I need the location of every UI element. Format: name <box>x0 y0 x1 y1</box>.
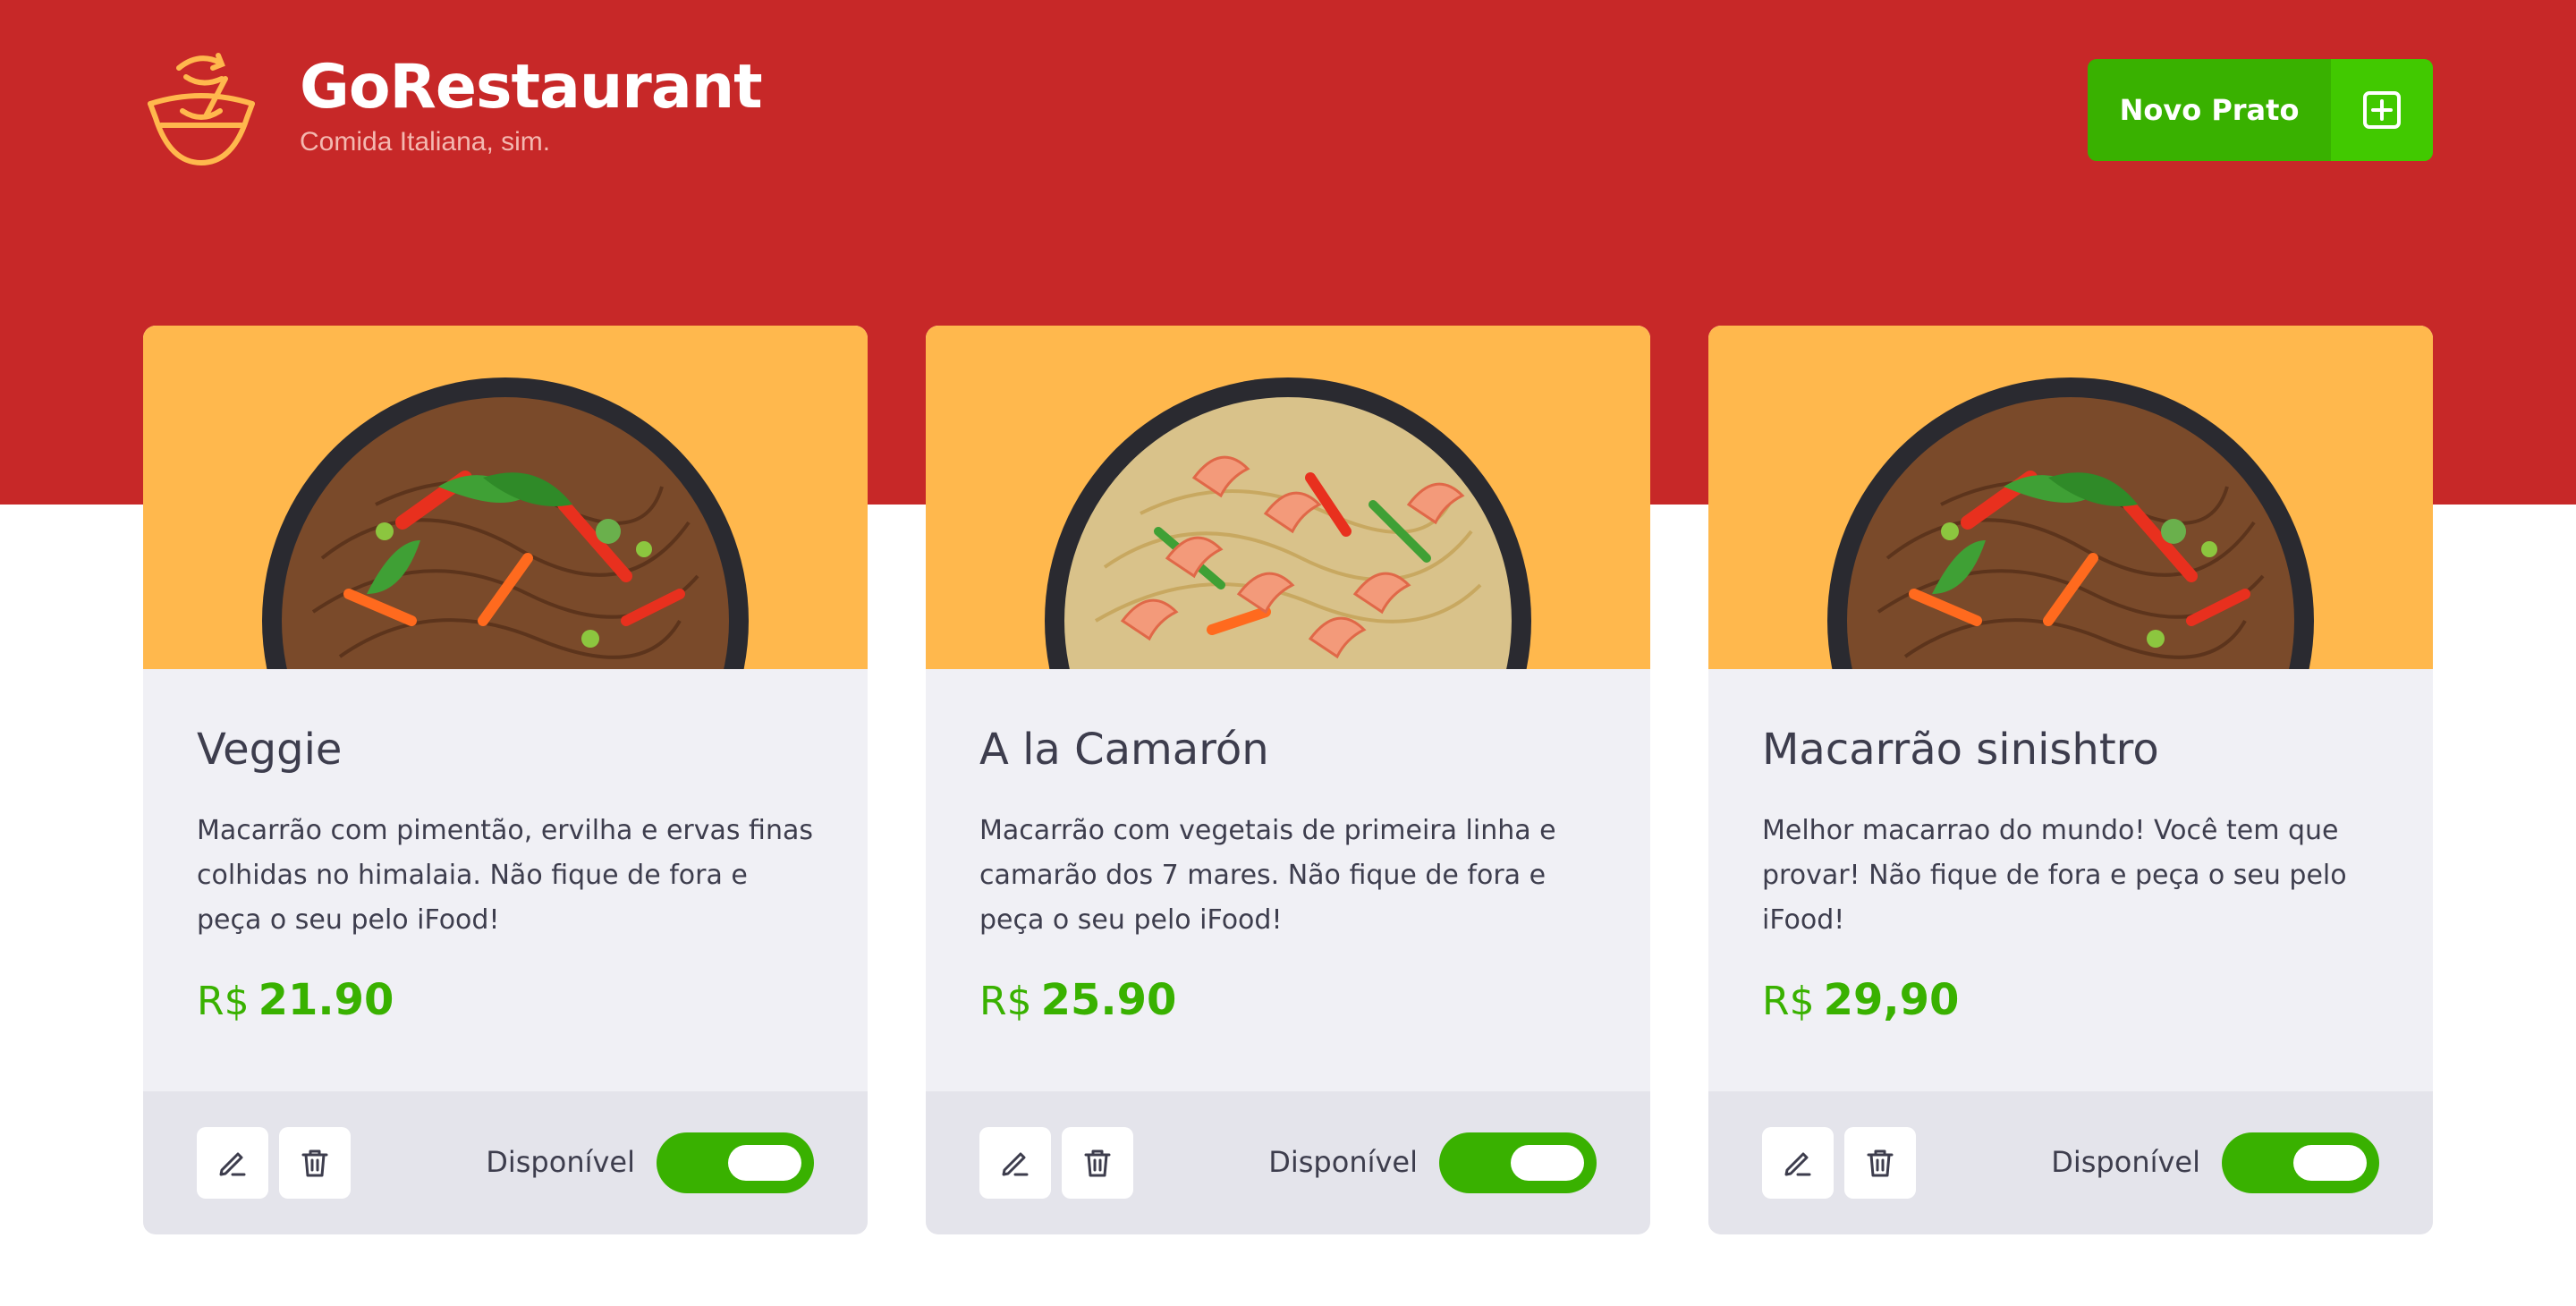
food-card-footer: Disponível <box>1708 1091 2433 1234</box>
food-name: A la Camarón <box>979 725 1269 775</box>
price-value: 25.90 <box>1040 975 1177 1025</box>
availability-label: Disponível <box>2051 1145 2200 1179</box>
pencil-icon <box>1784 1152 1811 1176</box>
food-price: R$ 25.90 <box>979 975 1176 1025</box>
veggie-noodles-photo <box>143 326 868 669</box>
food-name: Macarrão sinishtro <box>1762 725 2159 775</box>
noodle-bowl-icon <box>148 53 255 166</box>
app-title: GoRestaurant <box>300 52 763 123</box>
new-dish-button[interactable]: Novo Prato <box>2088 59 2433 161</box>
toggle-knob <box>728 1145 801 1181</box>
edit-button[interactable] <box>197 1127 268 1199</box>
toggle-knob <box>1511 1145 1584 1181</box>
delete-button[interactable] <box>279 1127 351 1199</box>
delete-button[interactable] <box>1844 1127 1916 1199</box>
pencil-icon <box>219 1152 246 1176</box>
food-description: Melhor macarrao do mundo! Você tem que p… <box>1762 815 2347 936</box>
trash-icon <box>1867 1149 1894 1177</box>
toggle-knob <box>2293 1145 2367 1181</box>
food-card: Macarrão sinishtro Melhor macarrao do mu… <box>1708 326 2433 1234</box>
new-dish-button-label: Novo Prato <box>2119 93 2300 127</box>
availability-label: Disponível <box>1268 1145 1418 1179</box>
edit-button[interactable] <box>1762 1127 1834 1199</box>
plus-square-icon <box>2363 91 2401 129</box>
food-description: Macarrão com vegetais de primeira linha … <box>979 815 1556 936</box>
availability-toggle[interactable] <box>657 1132 814 1193</box>
shrimp-noodles-photo <box>926 326 1650 669</box>
new-dish-button-icon-box <box>2331 59 2433 161</box>
food-card-footer: Disponível <box>143 1091 868 1234</box>
price-currency: R$ <box>1762 979 1815 1024</box>
availability-toggle[interactable] <box>1439 1132 1597 1193</box>
app-subtitle: Comida Italiana, sim. <box>300 127 551 157</box>
food-card: A la Camarón Macarrão com vegetais de pr… <box>926 326 1650 1234</box>
food-description: Macarrão com pimentão, ervilha e ervas f… <box>197 815 813 936</box>
price-currency: R$ <box>197 979 250 1024</box>
trash-icon <box>301 1149 328 1177</box>
veggie-noodles-photo <box>1708 326 2433 669</box>
food-card-footer: Disponível <box>926 1091 1650 1234</box>
food-name: Veggie <box>197 725 343 775</box>
price-value: 29,90 <box>1823 975 1960 1025</box>
food-price: R$ 29,90 <box>1762 975 1959 1025</box>
trash-icon <box>1084 1149 1111 1177</box>
price-currency: R$ <box>979 979 1032 1024</box>
availability-toggle[interactable] <box>2222 1132 2379 1193</box>
availability-label: Disponível <box>486 1145 635 1179</box>
food-price: R$ 21.90 <box>197 975 394 1025</box>
edit-button[interactable] <box>979 1127 1051 1199</box>
pencil-icon <box>1002 1152 1029 1176</box>
delete-button[interactable] <box>1062 1127 1133 1199</box>
price-value: 21.90 <box>258 975 394 1025</box>
food-card: Veggie Macarrão com pimentão, ervilha e … <box>143 326 868 1234</box>
